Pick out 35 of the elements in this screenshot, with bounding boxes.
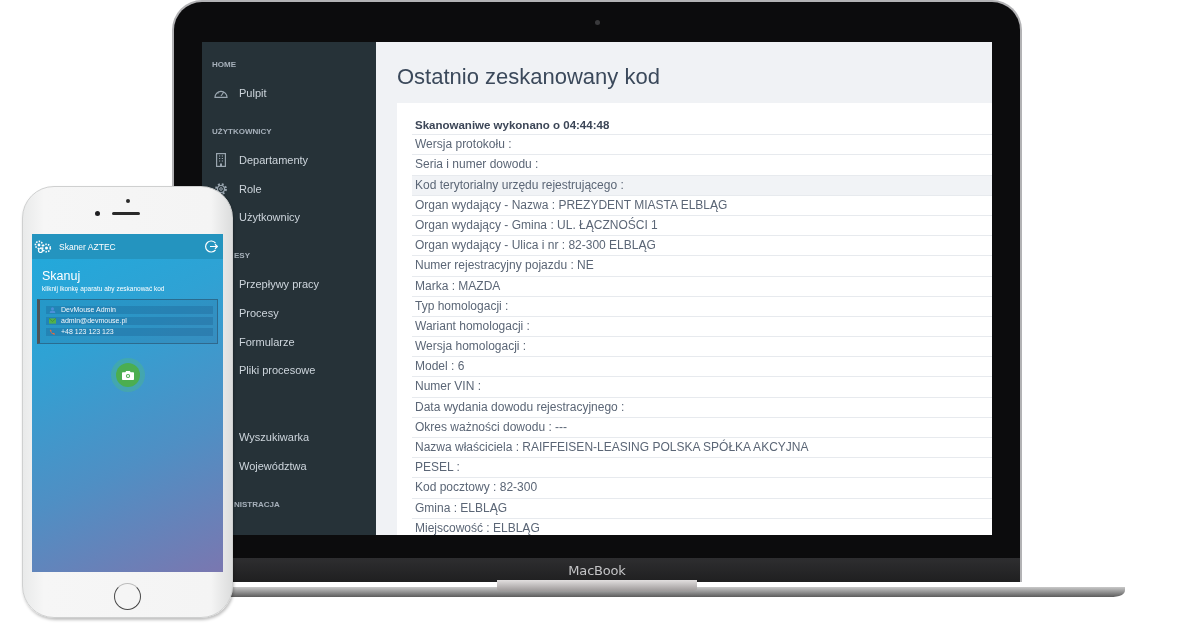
camera-button[interactable] <box>110 358 145 392</box>
brand-label: MacBook <box>568 562 626 578</box>
building-icon <box>216 153 226 167</box>
sidebar-item[interactable]: Pliki procesowe <box>239 364 316 377</box>
sidebar-item[interactable]: Procesy <box>239 307 279 320</box>
camera-icon <box>121 370 134 380</box>
sidebar-item[interactable]: Departamenty <box>213 153 309 167</box>
phone-icon <box>49 329 56 335</box>
sidebar-section-title: UŻYTKOWNICY <box>211 126 272 138</box>
sidebar-item[interactable]: Role <box>213 182 262 195</box>
envelope-icon <box>49 318 56 324</box>
sidebar-item[interactable]: Województwa <box>239 460 307 473</box>
sidebar-item[interactable]: Formularze <box>239 335 295 348</box>
gears-icon <box>34 240 52 253</box>
sidebar-section-title: HOME <box>211 59 236 71</box>
gear-icon <box>215 182 227 195</box>
sidebar-section-title: NISTRACJA <box>234 499 280 512</box>
speaker-icon <box>112 212 140 215</box>
sidebar-item[interactable]: Użytkownicy <box>239 211 301 224</box>
page-title: Ostatnio zeskanowany kod <box>397 64 660 90</box>
front-camera-icon <box>125 199 130 203</box>
result-row: Organ wydający - Gmina : UL. ŁĄCZNOŚCI 1 <box>412 215 992 237</box>
logout-icon[interactable] <box>205 240 218 253</box>
webcam-icon <box>594 19 600 25</box>
app-title: Skaner AZTEC <box>59 241 116 252</box>
sidebar-item[interactable]: Wyszukiwarka <box>239 431 310 444</box>
result-row: Kod terytorialny urzędu rejestrującego : <box>412 175 992 196</box>
sidebar-item[interactable]: Przepływy pracy <box>239 278 320 291</box>
sidebar-section-title: ESY <box>234 250 250 263</box>
screen-title: Skanuj <box>42 268 81 284</box>
result-row: Nazwa właściciela : RAIFFEISEN-LEASING POLSKA SPÓŁKA AKCYJNA <box>412 438 992 459</box>
gauge-icon <box>214 88 228 98</box>
sensor-icon <box>95 211 100 216</box>
sidebar-item[interactable]: Pulpit <box>213 87 267 99</box>
user-icon <box>49 307 56 313</box>
